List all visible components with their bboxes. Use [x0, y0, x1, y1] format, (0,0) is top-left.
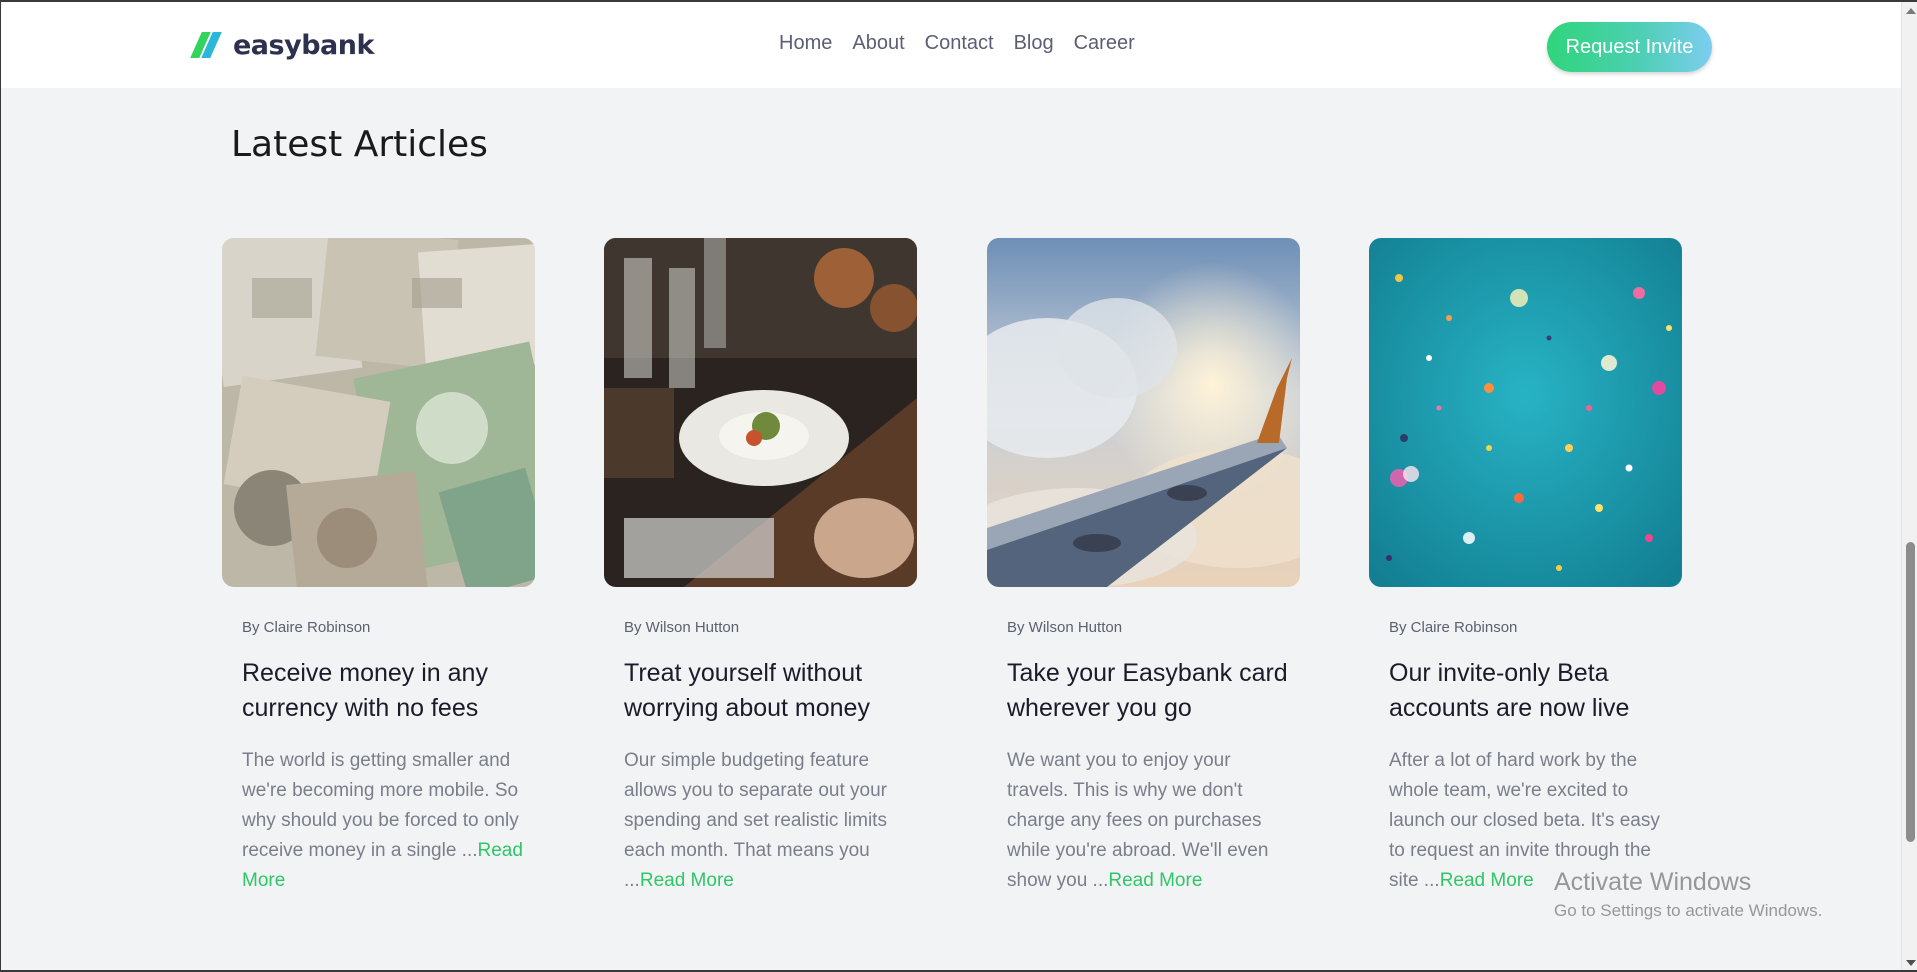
vertical-scrollbar[interactable] [1901, 2, 1917, 970]
currency-notes-image[interactable] [222, 238, 535, 587]
article-author: By Wilson Hutton [1007, 619, 1123, 636]
easybank-logo-icon [190, 32, 225, 58]
read-more-link[interactable]: Read More [1440, 870, 1534, 891]
nav-blog[interactable]: Blog [1014, 32, 1054, 55]
articles-grid: By Claire Robinson Receive money in any … [222, 238, 1682, 958]
scrollbar-thumb[interactable] [1906, 542, 1915, 842]
nav-home[interactable]: Home [779, 32, 832, 55]
article-title[interactable]: Receive money in any currency with no fe… [242, 656, 532, 726]
main-nav: Home About Contact Blog Career [779, 32, 1135, 55]
article-title[interactable]: Treat yourself without worrying about mo… [624, 656, 914, 726]
article-author: By Claire Robinson [242, 619, 371, 636]
nav-contact[interactable]: Contact [925, 32, 994, 55]
article-author: By Claire Robinson [1389, 619, 1518, 636]
article-excerpt: The world is getting smaller and we're b… [242, 746, 527, 896]
browser-window: easybank Home About Contact Blog Career … [0, 0, 1917, 972]
scroll-down-arrow-icon[interactable] [1906, 960, 1916, 966]
confetti-image[interactable] [1369, 238, 1682, 587]
restaurant-dinner-image[interactable] [604, 238, 917, 587]
article-card[interactable]: By Wilson Hutton Treat yourself without … [604, 238, 917, 896]
watermark-subtitle: Go to Settings to activate Windows. [1554, 901, 1823, 920]
article-title[interactable]: Take your Easybank card wherever you go [1007, 656, 1297, 726]
read-more-link[interactable]: Read More [1108, 870, 1202, 891]
easybank-logo[interactable]: easybank [190, 29, 374, 61]
article-card[interactable]: By Claire Robinson Our invite-only Beta … [1369, 238, 1682, 896]
site-header: easybank Home About Contact Blog Career … [1, 2, 1901, 88]
article-excerpt: We want you to enjoy your travels. This … [1007, 746, 1292, 896]
watermark-title: Activate Windows [1554, 868, 1752, 896]
article-title[interactable]: Our invite-only Beta accounts are now li… [1389, 656, 1679, 726]
article-card[interactable]: By Claire Robinson Receive money in any … [222, 238, 535, 896]
article-author: By Wilson Hutton [624, 619, 740, 636]
windows-activation-watermark: Activate Windows Go to Settings to activ… [1554, 868, 1822, 921]
request-invite-button[interactable]: Request Invite [1547, 22, 1712, 72]
nav-about[interactable]: About [852, 32, 904, 55]
article-card[interactable]: By Wilson Hutton Take your Easybank card… [987, 238, 1300, 896]
scroll-up-arrow-icon[interactable] [1906, 8, 1916, 14]
read-more-link[interactable]: Read More [640, 870, 734, 891]
logo-text: easybank [233, 29, 374, 61]
nav-career[interactable]: Career [1074, 32, 1135, 55]
section-title: Latest Articles [231, 124, 488, 165]
airplane-wing-image[interactable] [987, 238, 1300, 587]
article-excerpt: Our simple budgeting feature allows you … [624, 746, 909, 896]
